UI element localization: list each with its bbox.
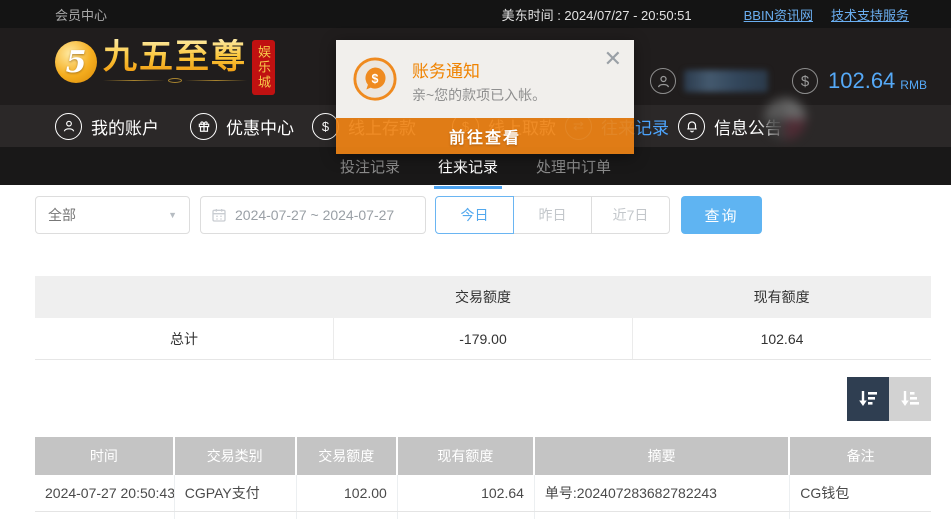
search-button[interactable]: 查询 [681,196,762,234]
summary-total-row: 总计 -179.00 102.64 [35,318,931,360]
nav-item-promotions[interactable]: 优惠中心 [190,105,294,147]
notification-title: 账务通知 [412,57,480,82]
logo-coin-icon: 5 [55,41,97,83]
user-icon [55,113,82,140]
notification-message: 亲~您的款项已入帐。 [412,85,546,105]
cell-balance: 102.64 [398,475,535,511]
notification-body: $ 账务通知 亲~您的款项已入帐。 ✕ [336,40,634,118]
quick-range-group: 今日 昨日 近7日 [435,196,670,234]
nav-label: 我的账户 [91,114,159,139]
balance-amount: 102.64 [828,68,895,94]
calendar-icon [211,207,227,223]
bbin-news-link[interactable]: BBIN资讯网 [744,5,813,24]
logo-text-wrap: 九五至尊 [103,39,247,84]
dollar-icon: $ [792,68,818,94]
user-cluster[interactable] [650,58,768,104]
col-time: 时间 [35,437,175,475]
nav-label: 优惠中心 [226,114,294,139]
username-blurred [684,70,768,92]
tech-support-link[interactable]: 技术支持服务 [831,5,909,24]
category-select[interactable]: 全部 ▼ [35,196,190,234]
sort-ascending-icon [898,387,922,411]
col-note: 备注 [790,437,931,475]
table-row: 2024-07-27 20:50:43 CGPAY支付 102.00 102.6… [35,475,931,512]
notification-popup: $ 账务通知 亲~您的款项已入帐。 ✕ 前往查看 [336,40,634,154]
balance-cluster[interactable]: $ 102.64 RMB [792,58,927,104]
topbar: 会员中心 美东时间 : 2024/07/27 - 20:50:51 BBIN资讯… [0,0,951,28]
cell-time: 2024-07-27 20:50:43 [35,475,175,511]
col-amount: 交易额度 [297,437,398,475]
gift-icon [190,113,217,140]
notification-badge-blurred [764,98,806,140]
date-range-value: 2024-07-27 ~ 2024-07-27 [235,207,394,223]
site-logo[interactable]: 5 九五至尊 娱乐城 [55,39,305,95]
tab-bet-records[interactable]: 投注记录 [338,152,402,181]
svg-text:$: $ [372,72,379,86]
table-header-row: 时间 交易类别 交易额度 现有额度 摘要 备注 [35,437,931,475]
logo-flourish-icon [103,77,247,84]
summary-header-blank [35,276,334,318]
cell-type: CGPAY支付 [175,475,297,511]
member-center-label: 会员中心 [55,5,107,24]
nav-item-my-account[interactable]: 我的账户 [55,105,159,147]
transactions-table: 时间 交易类别 交易额度 现有额度 摘要 备注 2024-07-27 20:50… [35,437,931,519]
summary-total-label: 总计 [35,318,334,359]
tab-pending-orders[interactable]: 处理中订单 [534,152,613,181]
summary-header-balance: 现有额度 [632,276,931,318]
dollar-bubble-icon: $ [352,56,398,107]
today-button[interactable]: 今日 [435,196,514,234]
balance-currency: RMB [900,71,927,92]
user-avatar-icon [650,68,676,94]
server-time: 美东时间 : 2024/07/27 - 20:50:51 [502,5,692,24]
date-range-input[interactable]: 2024-07-27 ~ 2024-07-27 [200,196,426,234]
last7days-button[interactable]: 近7日 [591,196,670,234]
close-icon[interactable]: ✕ [604,48,622,70]
category-value: 全部 [48,205,76,225]
cell-amount: 102.00 [297,475,398,511]
sort-ascending-button[interactable] [889,377,931,421]
chevron-down-icon: ▼ [168,210,177,220]
deposit-icon: $ [312,113,339,140]
col-type: 交易类别 [175,437,297,475]
yesterday-button[interactable]: 昨日 [513,196,592,234]
go-view-button[interactable]: 前往查看 [336,118,634,154]
cell-note: CG钱包 [790,475,931,511]
summary-total-balance: 102.64 [633,318,931,359]
summary-table: 交易额度 现有额度 总计 -179.00 102.64 [35,276,931,360]
col-balance: 现有额度 [398,437,535,475]
summary-total-transaction: -179.00 [334,318,633,359]
col-summary: 摘要 [535,437,790,475]
sort-controls [847,377,931,421]
logo-badge: 娱乐城 [252,40,275,95]
cell-summary: 单号:202407283682782243 [535,475,790,511]
bell-icon [678,113,705,140]
sort-descending-icon [856,387,880,411]
summary-header-transaction: 交易额度 [334,276,633,318]
summary-header-row: 交易额度 现有额度 [35,276,931,318]
tab-transaction-records[interactable]: 往来记录 [436,152,500,181]
sort-descending-button[interactable] [847,377,889,421]
logo-title: 九五至尊 [103,39,247,75]
